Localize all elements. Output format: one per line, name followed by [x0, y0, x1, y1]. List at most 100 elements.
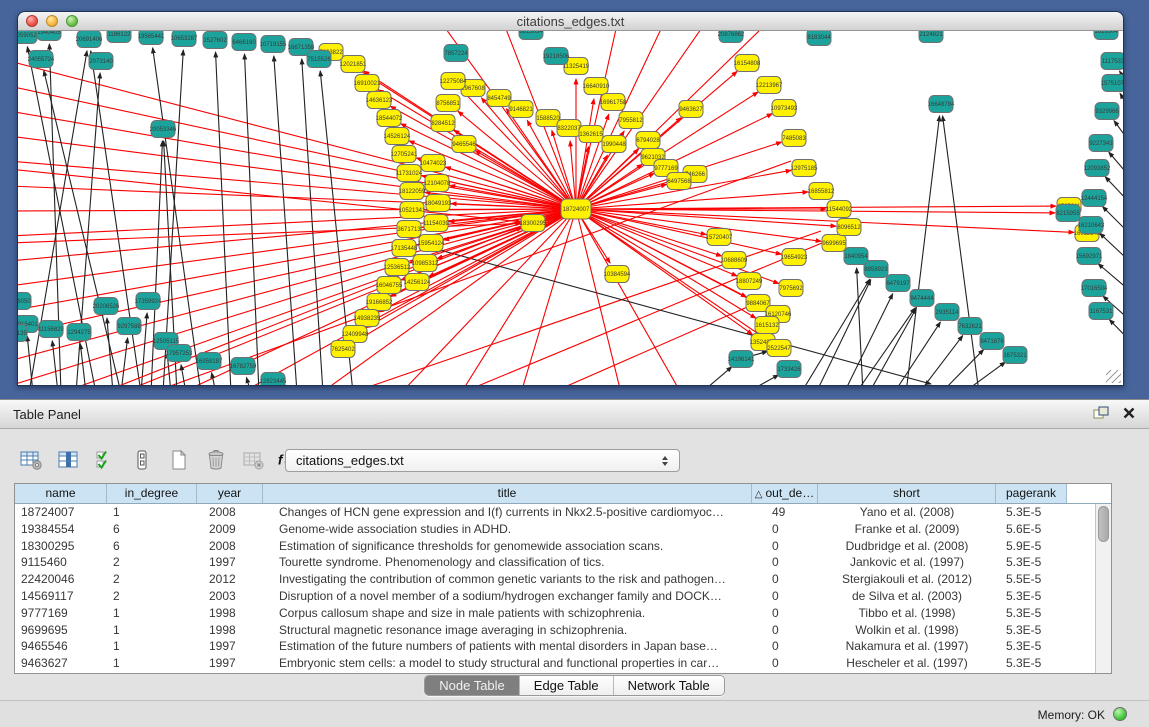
- graph-node-yellow[interactable]: 18300295: [520, 215, 547, 232]
- close-panel-icon[interactable]: [1123, 406, 1135, 424]
- network-canvas[interactable]: 1132541916640910169617587955812679402896…: [18, 31, 1123, 385]
- table-vertical-scrollbar[interactable]: [1095, 504, 1111, 673]
- graph-node-teal[interactable]: 15751074: [1101, 75, 1123, 92]
- graph-node-yellow[interactable]: 7955812: [619, 112, 643, 129]
- graph-node-teal[interactable]: 12444154: [1081, 190, 1108, 207]
- graph-node-yellow[interactable]: 11544092: [826, 201, 853, 218]
- graph-node-yellow[interactable]: 9146821: [509, 101, 533, 118]
- graph-node-yellow[interactable]: 10521341: [399, 202, 426, 219]
- graph-node-teal[interactable]: 1186122: [107, 31, 131, 43]
- graph-node-teal[interactable]: 16782759: [230, 358, 257, 375]
- graph-node-teal[interactable]: 1675321: [1003, 347, 1027, 364]
- table-row[interactable]: 946362711997Embryonic stem cells: a mode…: [15, 655, 1111, 672]
- graph-node-yellow[interactable]: 16961758: [600, 94, 627, 111]
- graph-node-yellow[interactable]: 19654923: [781, 249, 808, 266]
- graph-node-yellow[interactable]: 6497568: [667, 173, 691, 190]
- graph-node-teal[interactable]: 1840954: [844, 248, 868, 265]
- graph-node-yellow[interactable]: 7485083: [782, 130, 806, 147]
- graph-node-yellow[interactable]: 10384594: [604, 266, 631, 283]
- graph-node-teal[interactable]: 7857224: [444, 45, 468, 62]
- table-row[interactable]: 1830029562008Estimation of significance …: [15, 538, 1111, 555]
- graph-node-yellow[interactable]: 14636123: [366, 92, 393, 109]
- graph-node-teal[interactable]: 15692971: [1076, 248, 1103, 265]
- graph-node-yellow[interactable]: 11731024: [396, 165, 423, 182]
- graph-node-yellow[interactable]: 2522547: [767, 340, 791, 357]
- graph-node-teal[interactable]: 19218506: [543, 48, 570, 65]
- graph-node-yellow[interactable]: 14938235: [354, 310, 381, 327]
- graph-node-yellow[interactable]: 8756851: [436, 95, 460, 112]
- column-header-name[interactable]: name: [15, 484, 107, 503]
- graph-node-yellow[interactable]: 10688609: [721, 252, 748, 269]
- select-rows-button[interactable]: [92, 448, 118, 472]
- graph-node-yellow[interactable]: 12104078: [424, 175, 451, 192]
- column-header-outde[interactable]: △out_de…: [752, 484, 818, 503]
- graph-node-teal[interactable]: 19565441: [138, 31, 165, 45]
- table-row[interactable]: 1456911722003Disruption of a novel membe…: [15, 588, 1111, 605]
- graph-node-teal[interactable]: 8958923: [864, 261, 888, 278]
- graph-node-teal[interactable]: 14196141: [728, 351, 755, 368]
- graph-node-teal[interactable]: 6479197: [886, 275, 910, 292]
- graph-node-teal[interactable]: 1117533: [1101, 53, 1123, 70]
- graph-node-teal[interactable]: 16648784: [928, 96, 955, 113]
- graph-node-yellow[interactable]: 8096512: [837, 219, 861, 236]
- graph-node-teal[interactable]: 17957253: [166, 345, 193, 362]
- graph-node-yellow[interactable]: 8454749: [487, 90, 511, 107]
- graph-node-yellow[interactable]: 18724007: [561, 199, 591, 219]
- graph-node-yellow[interactable]: 14256124: [404, 274, 431, 291]
- graph-node-yellow[interactable]: 6794028: [636, 132, 660, 149]
- table-row[interactable]: 977716911998Corpus callosum shape and si…: [15, 605, 1111, 622]
- graph-node-yellow[interactable]: 10474023: [420, 155, 447, 172]
- graph-node-teal[interactable]: 5905135: [18, 325, 27, 342]
- graph-node-yellow[interactable]: 12409948: [342, 326, 369, 343]
- graph-node-teal[interactable]: 11156829: [38, 321, 64, 338]
- graph-node-teal[interactable]: 9329966: [1095, 103, 1119, 120]
- graph-node-yellow[interactable]: 18122059: [399, 183, 426, 200]
- graph-node-yellow[interactable]: 7625402: [331, 341, 355, 358]
- graph-node-yellow[interactable]: 12021851: [340, 56, 367, 73]
- graph-node-yellow[interactable]: 14526124: [384, 128, 411, 145]
- column-header-short[interactable]: short: [818, 484, 996, 503]
- graph-node-yellow[interactable]: 18049193: [425, 195, 452, 212]
- graph-node-teal[interactable]: 2073140: [89, 53, 113, 70]
- graph-node-teal[interactable]: 24055724: [28, 51, 55, 68]
- graph-node-yellow[interactable]: 7975692: [779, 280, 803, 297]
- import-table-button-disabled[interactable]: [240, 448, 266, 472]
- graph-node-teal[interactable]: 1167531: [1089, 303, 1113, 320]
- graph-node-teal[interactable]: 9474444: [910, 290, 934, 307]
- graph-node-teal[interactable]: 6466160: [232, 34, 256, 51]
- table-row[interactable]: 1872400712008Changes of HCN gene express…: [15, 504, 1111, 521]
- column-header-title[interactable]: title: [263, 484, 752, 503]
- graph-node-yellow[interactable]: 12705241: [391, 146, 418, 163]
- graph-node-yellow[interactable]: 8322037: [557, 120, 581, 137]
- column-header-indegree[interactable]: in_degree: [107, 484, 197, 503]
- scrollbar-thumb[interactable]: [1098, 506, 1109, 542]
- graph-node-teal[interactable]: 8813054: [519, 31, 543, 40]
- graph-node-yellow[interactable]: 8284512: [431, 115, 455, 132]
- graph-node-yellow[interactable]: 11154039: [423, 215, 449, 232]
- graph-node-yellow[interactable]: 18807249: [736, 273, 763, 290]
- graph-node-teal[interactable]: 10719155: [260, 36, 287, 53]
- graph-node-teal[interactable]: 9227343: [1089, 135, 1113, 152]
- graph-node-teal[interactable]: 8215955: [1056, 205, 1080, 222]
- table-row[interactable]: 946554611997Estimation of the future num…: [15, 638, 1111, 655]
- new-column-button[interactable]: [166, 448, 192, 472]
- graph-node-yellow[interactable]: 9465546: [452, 136, 476, 153]
- tab-node-table[interactable]: Node Table: [425, 676, 519, 695]
- network-graph[interactable]: 1132541916640910169617587955812679402896…: [18, 31, 1123, 385]
- graph-node-yellow[interactable]: 12275084: [440, 73, 467, 90]
- graph-node-yellow[interactable]: 12213967: [756, 77, 783, 94]
- graph-node-teal[interactable]: 20206526: [93, 298, 120, 315]
- graph-node-teal[interactable]: 2935114: [935, 304, 959, 321]
- graph-node-yellow[interactable]: 10985312: [412, 255, 439, 272]
- graph-node-teal[interactable]: 2059052: [18, 31, 37, 44]
- graph-node-teal[interactable]: 9297588: [117, 318, 141, 335]
- graph-node-yellow[interactable]: 16855812: [808, 183, 835, 200]
- table-row[interactable]: 911546021997Tourette syndrome. Phenomeno…: [15, 554, 1111, 571]
- table-settings-button[interactable]: [18, 448, 44, 472]
- graph-node-yellow[interactable]: 9463627: [679, 101, 703, 118]
- float-panel-icon[interactable]: [1093, 406, 1109, 424]
- graph-node-yellow[interactable]: 15954124: [418, 235, 445, 252]
- graph-node-yellow[interactable]: 12536512: [384, 259, 411, 276]
- graph-node-teal[interactable]: 1294275: [67, 324, 91, 341]
- graph-node-teal[interactable]: 2124821: [919, 31, 943, 43]
